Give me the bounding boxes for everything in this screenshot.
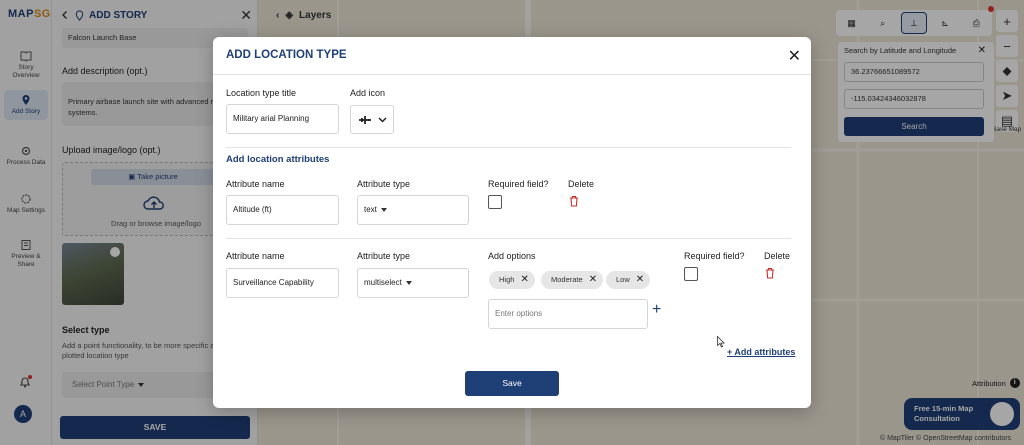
option-chip-label: High	[499, 275, 515, 284]
required-field-label: Required field?	[684, 251, 745, 261]
required-checkbox[interactable]	[684, 267, 698, 281]
location-title-label: Location type title	[226, 88, 297, 98]
attributes-section-title: Add location attributes	[226, 154, 330, 165]
attribute-type-select[interactable]: text	[357, 195, 469, 225]
add-attributes-link[interactable]: + Add attributes	[727, 347, 795, 357]
remove-option-icon[interactable]: ✕	[520, 271, 528, 289]
remove-option-icon[interactable]: ✕	[589, 271, 597, 289]
trash-icon[interactable]	[569, 195, 579, 207]
divider	[213, 74, 811, 75]
chevron-down-icon	[377, 116, 387, 123]
airplane-icon	[358, 115, 371, 124]
attribute-type-value: text	[364, 205, 377, 214]
divider	[226, 238, 791, 239]
caret-down-icon	[380, 207, 387, 212]
attribute-type-label: Attribute type	[357, 179, 411, 189]
dialog-title: ADD LOCATION TYPE	[226, 49, 347, 61]
attribute-type-value: multiselect	[364, 278, 402, 287]
delete-label: Delete	[568, 179, 595, 189]
divider	[226, 147, 791, 148]
close-icon[interactable]: ✕	[788, 46, 801, 66]
location-title-input[interactable]: Military arial Planning	[226, 104, 339, 134]
required-field-label: Required field?	[488, 179, 549, 189]
enter-options-input[interactable]: Enter options	[488, 299, 648, 329]
attribute-name-input[interactable]: Surveillance Capability	[226, 268, 339, 298]
option-chip-label: Low	[616, 275, 630, 284]
option-chip: Low ✕	[606, 271, 651, 289]
delete-label: Delete	[764, 251, 791, 261]
attribute-name-label: Attribute name	[226, 251, 285, 261]
caret-down-icon	[405, 280, 412, 285]
add-options-label: Add options	[488, 251, 536, 261]
trash-icon[interactable]	[765, 267, 775, 279]
attribute-name-input[interactable]: Altitude (ft)	[226, 195, 339, 225]
add-icon-label: Add icon	[350, 88, 386, 98]
mouse-cursor-icon	[717, 336, 725, 348]
save-button[interactable]: Save	[465, 371, 559, 396]
option-chip-label: Moderate	[551, 275, 583, 284]
required-checkbox[interactable]	[488, 195, 502, 209]
option-chip: Moderate ✕	[541, 271, 604, 289]
remove-option-icon[interactable]: ✕	[636, 271, 644, 289]
add-option-icon[interactable]: +	[652, 301, 661, 319]
add-location-type-dialog: ADD LOCATION TYPE ✕ Location type title …	[213, 37, 811, 408]
option-chip: High ✕	[489, 271, 535, 289]
attribute-name-label: Attribute name	[226, 179, 285, 189]
icon-picker[interactable]	[350, 105, 394, 134]
attribute-type-label: Attribute type	[357, 251, 411, 261]
attribute-type-select[interactable]: multiselect	[357, 268, 469, 298]
